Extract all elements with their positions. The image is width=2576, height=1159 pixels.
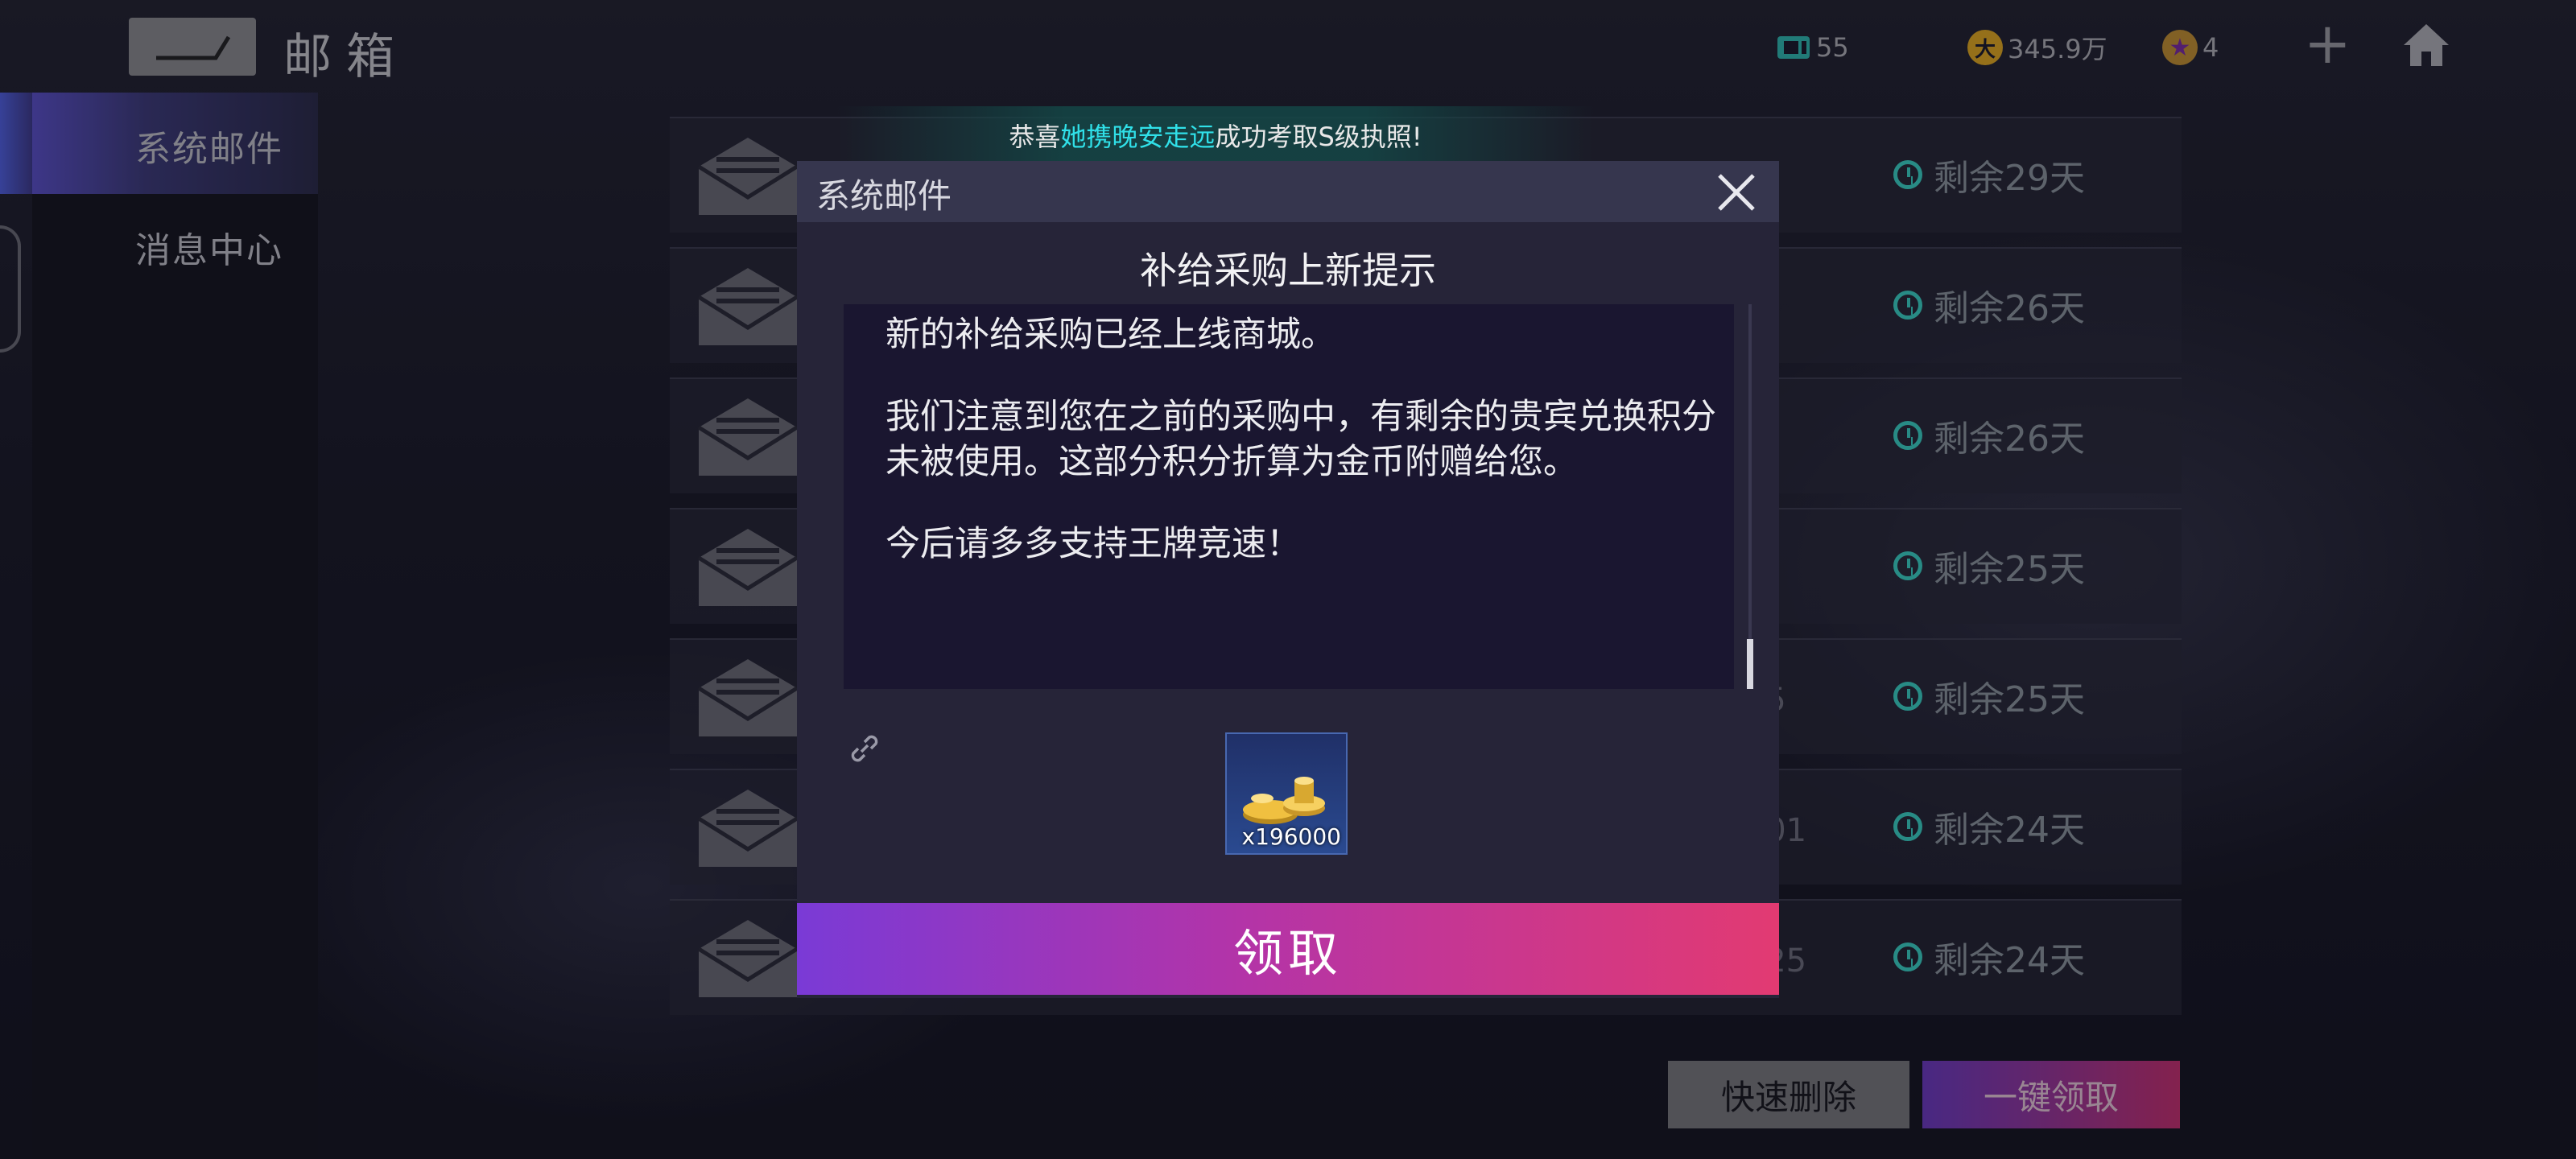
mail-detail-dialog: 系统邮件 补给采购上新提示 新的补给采购已经上线商城。 我们注意到您在之前的采购…	[797, 161, 1779, 998]
mail-paragraph: 今后请多多支持王牌竞速！	[886, 524, 1301, 564]
mail-body[interactable]: 新的补给采购已经上线商城。 我们注意到您在之前的采购中，有剩余的贵宾兑换积分未被…	[844, 304, 1734, 689]
mail-subject: 补给采购上新提示	[1140, 249, 1436, 292]
scrollbar-thumb[interactable]	[1747, 639, 1753, 689]
attachment-link-icon	[847, 731, 882, 769]
attachment-item[interactable]: x196000	[1225, 732, 1348, 855]
mail-paragraph: 新的补给采购已经上线商城。	[886, 315, 1335, 355]
close-button[interactable]	[1715, 171, 1758, 214]
mail-paragraph: 我们注意到您在之前的采购中，有剩余的贵宾兑换积分未被使用。这部分积分折算为金币附…	[886, 397, 1716, 482]
scrollbar-track[interactable]	[1748, 304, 1752, 689]
notice-banner: 恭喜 她携晚安走远 成功考取S级执照!	[837, 106, 1594, 164]
dialog-header-title: 系统邮件	[816, 176, 952, 216]
claim-button[interactable]: 领取	[797, 903, 1779, 995]
dialog-header: 系统邮件	[797, 161, 1779, 222]
notice-prefix: 恭喜	[1009, 122, 1061, 152]
gold-coins-icon	[1243, 777, 1325, 824]
notice-suffix: 成功考取S级执照!	[1215, 122, 1422, 152]
notice-player-name: 她携晚安走远	[1060, 122, 1216, 152]
attachment-quantity: x196000	[1241, 823, 1341, 850]
close-icon	[1718, 174, 1755, 211]
